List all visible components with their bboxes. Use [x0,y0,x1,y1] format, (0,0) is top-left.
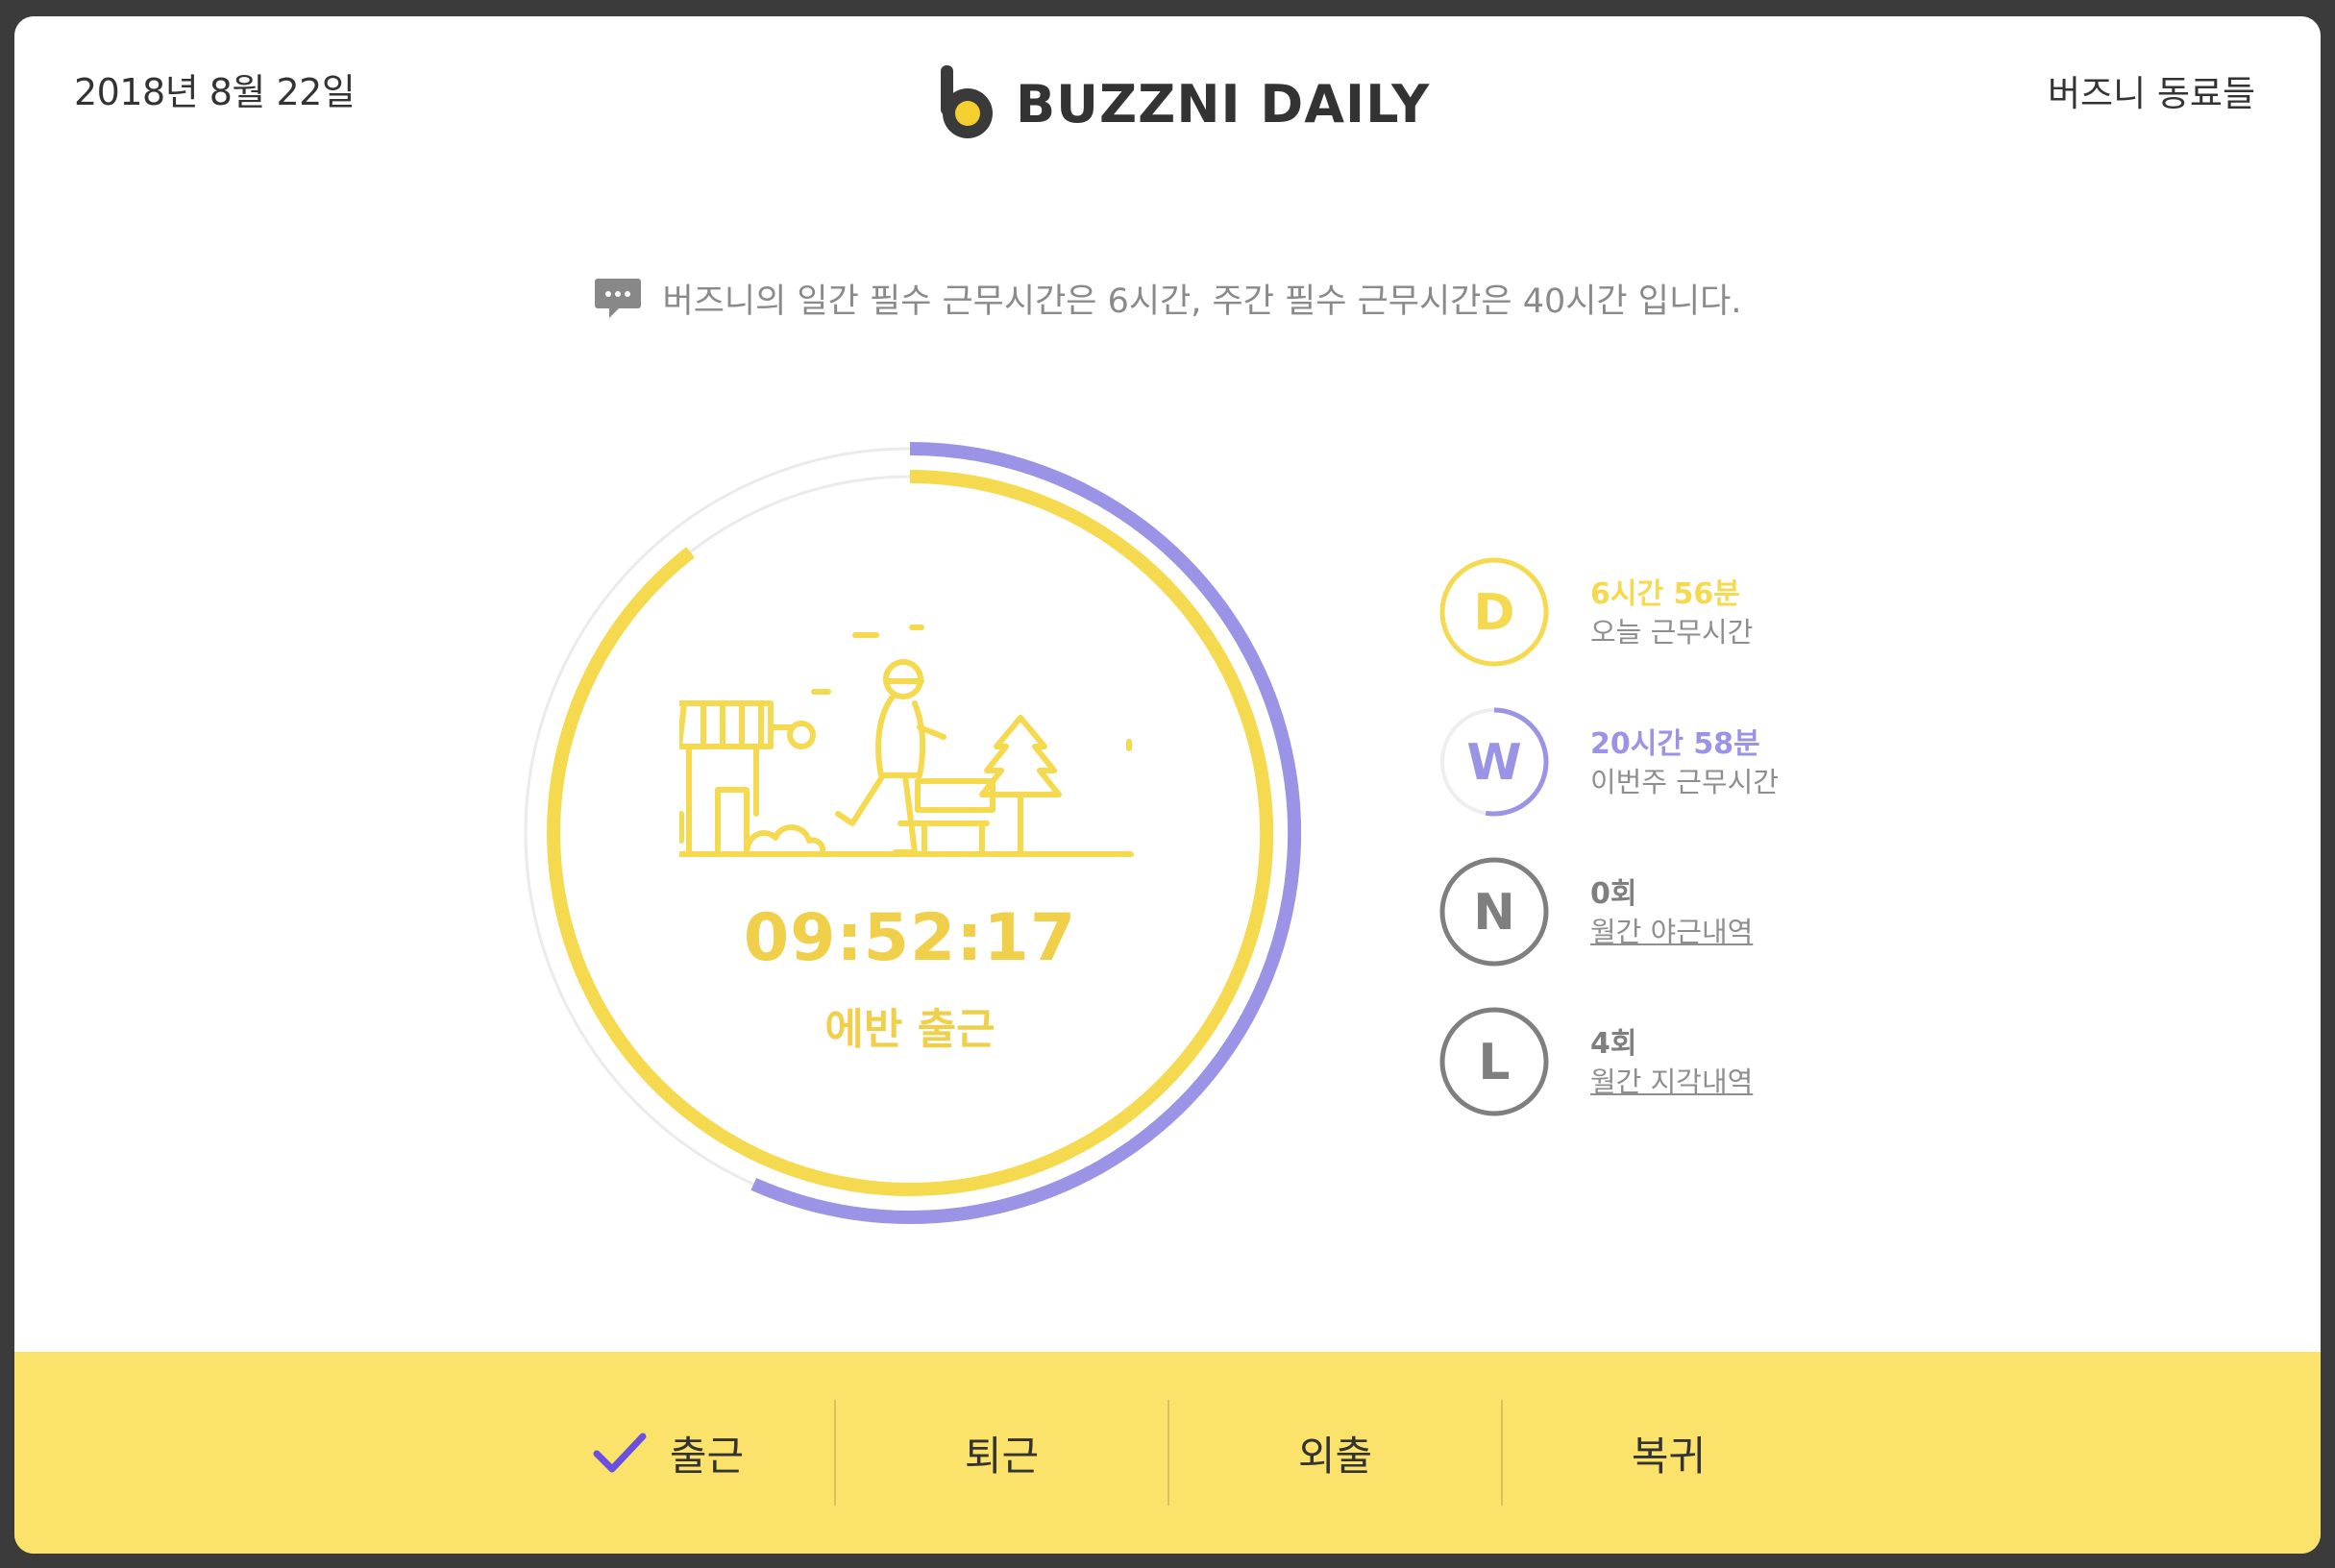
svg-text:W: W [1466,734,1521,792]
weekly-w-icon: W [1439,707,1549,817]
svg-text:L: L [1478,1034,1510,1091]
weekly-hours-value: 20시간 58분 [1590,727,1760,761]
colleagues-link[interactable]: 버즈니 동료들 [2048,64,2255,116]
daily-d-icon: D [1439,557,1549,667]
svg-text:N: N [1473,884,1515,942]
weekly-hours-label: 이번주 근무시간 [1590,766,1779,798]
overtime-history-link[interactable]: 월간 야근내역 [1590,910,1753,950]
check-out-label: 퇴근 [964,1432,1040,1480]
check-in-label: 출근 [669,1432,745,1480]
check-icon [593,1433,647,1473]
action-bar: 출근 퇴근 외출 복귀 [14,1352,2321,1554]
return-label: 복귀 [1631,1432,1707,1480]
svg-text:D: D [1473,584,1514,642]
speech-bubble-icon [594,278,641,318]
overtime-count-value: 0회 [1590,877,1637,911]
daily-hours-label: 오늘 근무시간 [1590,616,1754,649]
buzzni-logo-icon [941,65,993,138]
late-l-icon: L [1439,1007,1549,1116]
work-timer: 09:52:17 에반 출근 [506,429,1314,1237]
check-in-button[interactable]: 출근 [501,1400,834,1506]
logo-text: BUZZNI DAILY [1016,73,1431,135]
go-out-label: 외출 [1297,1432,1373,1480]
app-window: 2018년 8월 22일 BUZZNI DAILY 버즈니 동료들 버즈니의 일… [14,16,2321,1554]
notice-banner: 버즈니의 일간 필수 근무시간은 6시간, 주간 필수 근무시간은 40시간 입… [14,274,2321,323]
work-status: 에반 출근 [824,1005,995,1054]
daily-hours-value: 6시간 56분 [1590,577,1740,611]
late-count-value: 4회 [1590,1027,1637,1061]
check-out-button[interactable]: 퇴근 [834,1400,1168,1506]
return-button[interactable]: 복귀 [1501,1400,1834,1506]
work-clock: 09:52:17 [743,900,1077,976]
late-history-link[interactable]: 월간 지각내역 [1590,1060,1753,1100]
go-out-button[interactable]: 외출 [1168,1400,1501,1506]
current-date: 2018년 8월 22일 [74,71,356,113]
notice-text: 버즈니의 일간 필수 근무시간은 6시간, 주간 필수 근무시간은 40시간 입… [662,282,1742,321]
brand-logo[interactable]: BUZZNI DAILY [937,61,1430,147]
overtime-n-icon: N [1439,857,1549,967]
walking-to-work-illustration [679,625,1134,857]
